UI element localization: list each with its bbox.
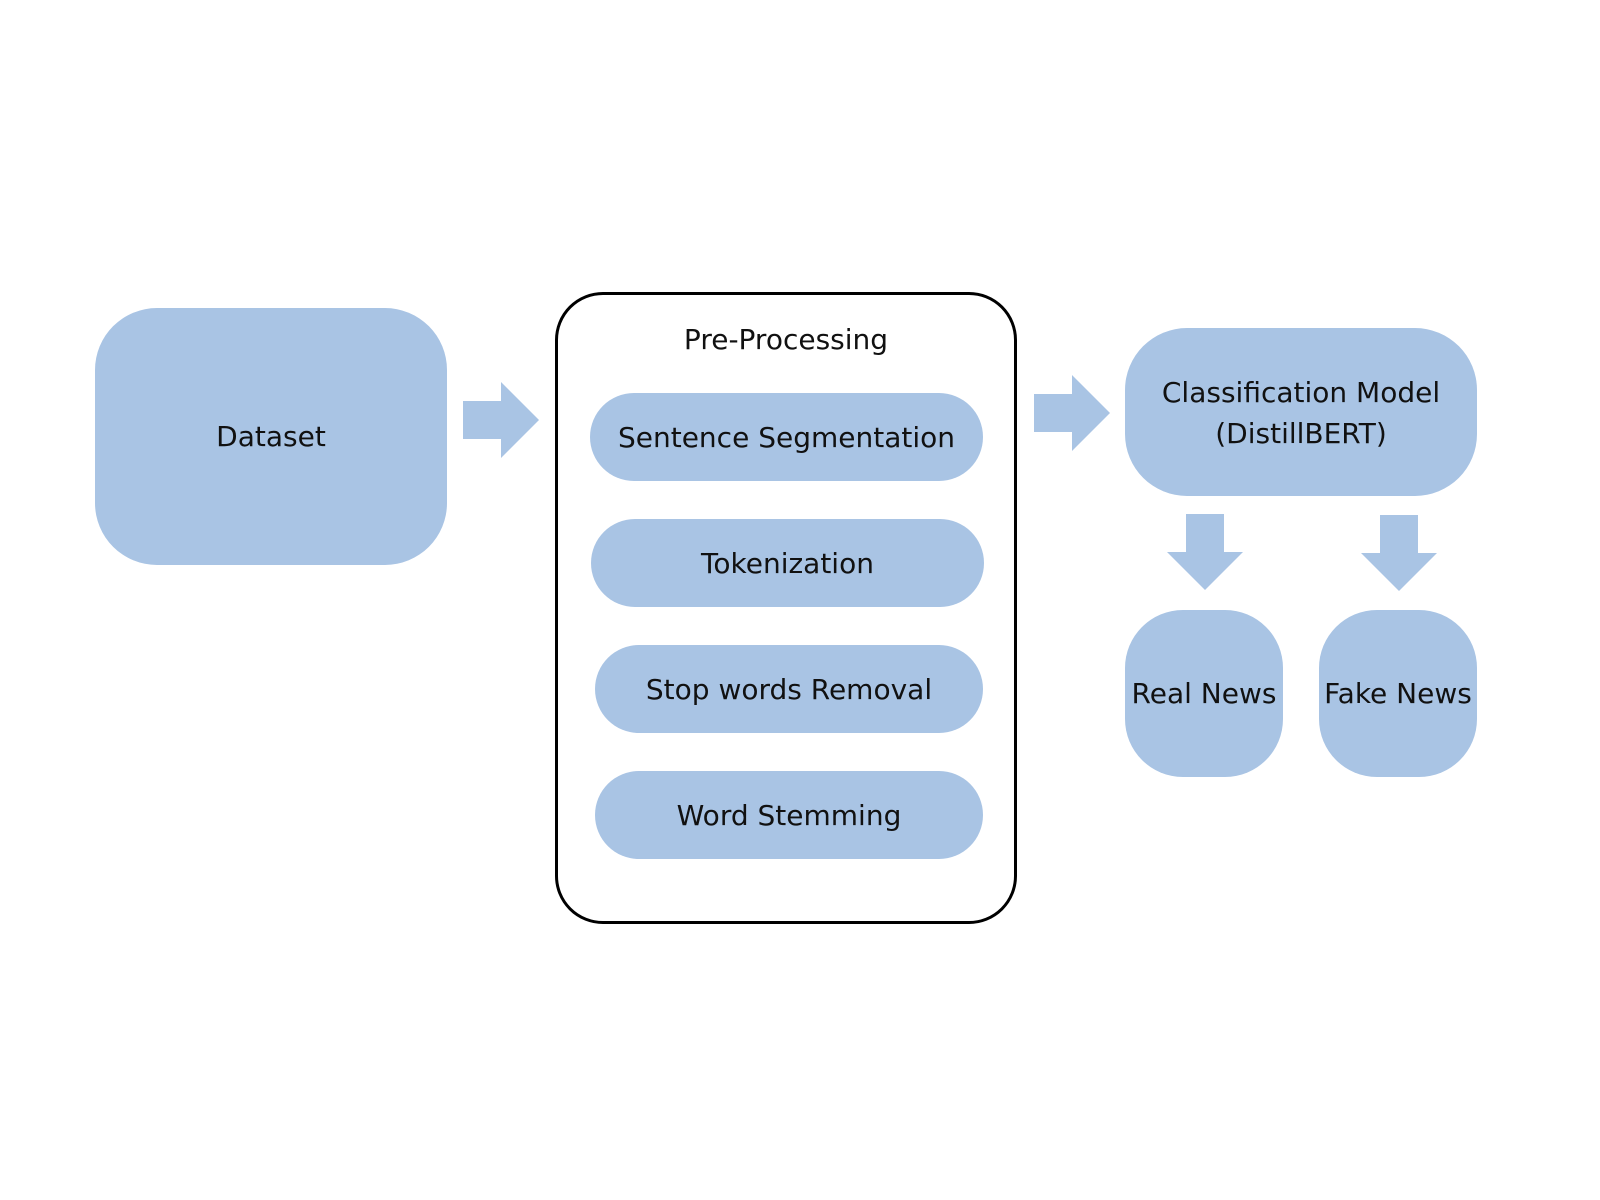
- step-label: Stop words Removal: [645, 672, 933, 706]
- step-label: Word Stemming: [676, 798, 902, 832]
- arrow-down-icon: [1167, 514, 1243, 590]
- arrow-down-icon: [1361, 515, 1437, 591]
- real-news-node: Real News: [1125, 610, 1283, 777]
- classification-model-node: Classification Model (DistillBERT): [1125, 328, 1477, 496]
- arrow-right-icon: [1034, 375, 1110, 451]
- step-label: Sentence Segmentation: [617, 420, 955, 454]
- step-word-stemming: Word Stemming: [595, 771, 983, 859]
- model-label-line1: Classification Model: [1161, 376, 1441, 409]
- model-label-line2: (DistillBERT): [1215, 417, 1387, 450]
- arrow-right-icon: [463, 382, 539, 458]
- fake-news-node: Fake News: [1319, 610, 1477, 777]
- step-tokenization: Tokenization: [591, 519, 984, 607]
- dataset-label: Dataset: [216, 420, 326, 453]
- step-stop-words-removal: Stop words Removal: [595, 645, 983, 733]
- fake-news-label: Fake News: [1324, 677, 1472, 710]
- preprocessing-title: Pre-Processing: [683, 323, 889, 356]
- dataset-node: Dataset: [95, 308, 447, 565]
- real-news-label: Real News: [1131, 677, 1277, 710]
- step-sentence-segmentation: Sentence Segmentation: [590, 393, 983, 481]
- step-label: Tokenization: [701, 546, 874, 580]
